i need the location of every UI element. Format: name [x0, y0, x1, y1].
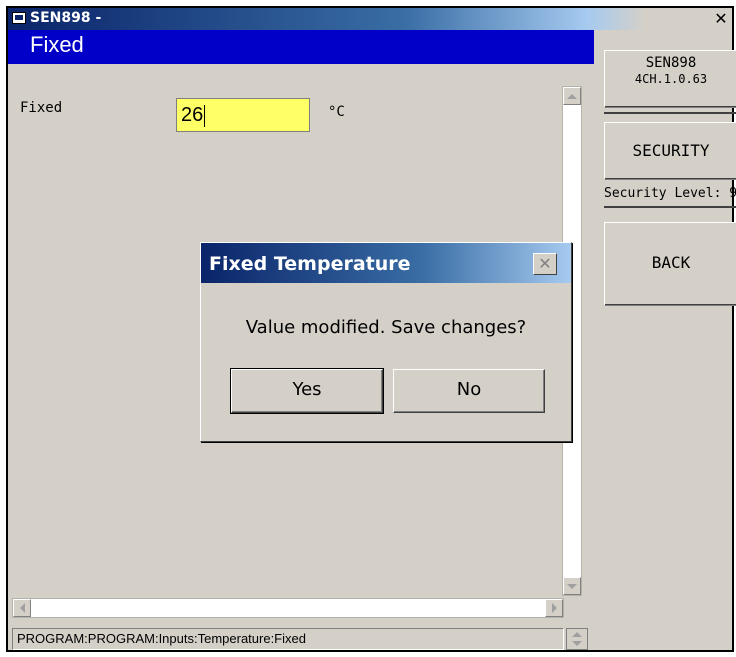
- status-spin-control[interactable]: [566, 628, 588, 650]
- arrow-right-icon: [551, 603, 557, 613]
- version-box: SEN898 4CH.1.0.63: [604, 50, 736, 108]
- window-title: SEN898 -: [30, 10, 102, 26]
- unit-label: °C: [328, 104, 345, 120]
- security-level-text: Security Level: 9: [604, 186, 736, 201]
- dialog-title: Fixed Temperature: [209, 253, 411, 275]
- no-button[interactable]: No: [393, 369, 545, 413]
- dialog-message: Value modified. Save changes?: [245, 317, 527, 338]
- divider: [604, 112, 736, 114]
- app-icon: [12, 12, 26, 24]
- fixed-temperature-label: Fixed: [20, 100, 63, 116]
- text-caret: [204, 104, 206, 127]
- scroll-left-button[interactable]: [13, 599, 31, 617]
- fixed-temperature-input[interactable]: 26: [176, 98, 310, 132]
- spin-down-icon: [572, 641, 582, 646]
- page-header-bar: [8, 30, 594, 64]
- fixed-temperature-value: 26: [181, 104, 204, 126]
- window-titlebar[interactable]: SEN898 - ✕: [8, 8, 732, 30]
- scroll-right-button[interactable]: [545, 599, 563, 617]
- spin-up-icon: [572, 632, 582, 637]
- divider: [604, 206, 736, 208]
- page-title: Fixed: [30, 32, 84, 57]
- yes-button[interactable]: Yes: [230, 368, 384, 414]
- arrow-left-icon: [19, 603, 25, 613]
- save-changes-dialog: Fixed Temperature ✕ Value modified. Save…: [200, 242, 572, 442]
- window-close-button[interactable]: ✕: [712, 10, 730, 28]
- arrow-up-icon: [567, 93, 577, 99]
- security-button[interactable]: SECURITY: [604, 122, 736, 180]
- horizontal-scrollbar[interactable]: [12, 598, 564, 618]
- back-button[interactable]: BACK: [604, 222, 736, 306]
- scroll-down-button[interactable]: [563, 577, 581, 595]
- main-window: SEN898 - ✕ Fixed Fixed 26 °C PROGRAM:PRO…: [6, 6, 736, 652]
- close-icon: ✕: [538, 254, 552, 273]
- dialog-titlebar[interactable]: Fixed Temperature ✕: [201, 243, 571, 283]
- status-bar: PROGRAM:PROGRAM:Inputs:Temperature:Fixed: [12, 628, 564, 650]
- scroll-up-button[interactable]: [563, 87, 581, 105]
- firmware-version: 4CH.1.0.63: [634, 72, 708, 86]
- device-name: SEN898: [645, 55, 697, 71]
- dialog-close-button[interactable]: ✕: [533, 253, 557, 275]
- arrow-down-icon: [567, 583, 577, 589]
